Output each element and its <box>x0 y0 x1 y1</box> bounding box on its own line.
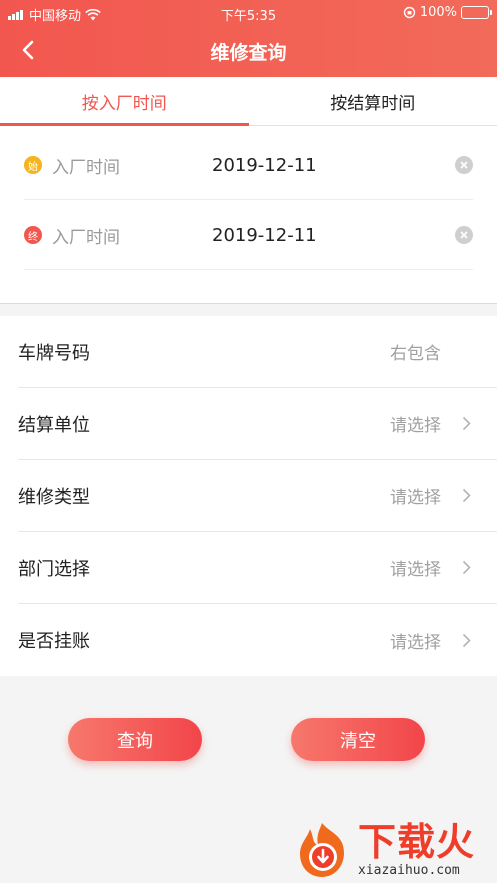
clear-start-icon[interactable] <box>455 156 473 174</box>
settlement-unit-label: 结算单位 <box>18 414 90 436</box>
end-badge: 终 <box>24 226 42 244</box>
chevron-right-icon <box>455 633 477 648</box>
department-value: 请选择 <box>390 560 441 580</box>
watermark-main-text: 下载火 <box>358 820 476 864</box>
battery-icon <box>461 6 492 19</box>
start-date-value[interactable]: 2019-12-11 <box>212 155 455 176</box>
plate-row[interactable]: 车牌号码 右包含 <box>18 316 497 388</box>
battery-percent: 100% <box>419 5 457 20</box>
date-range-card: 始 入厂时间 2019-12-11 终 入厂时间 2019-12-11 <box>0 126 497 304</box>
start-badge: 始 <box>24 156 42 174</box>
chevron-right-icon <box>455 416 477 431</box>
status-bar: 中国移动 下午5:35 100% <box>0 0 497 26</box>
tab-bar: 按入厂时间 按结算时间 <box>0 77 497 126</box>
settlement-unit-row[interactable]: 结算单位 请选择 <box>18 388 497 460</box>
flame-logo-icon <box>292 819 354 881</box>
plate-label: 车牌号码 <box>18 342 90 364</box>
repair-type-label: 维修类型 <box>18 486 90 508</box>
chevron-right-icon <box>455 488 477 503</box>
on-account-row[interactable]: 是否挂账 请选择 <box>18 604 497 676</box>
chevron-right-icon <box>455 560 477 575</box>
app-header: 中国移动 下午5:35 100% 维修查询 <box>0 0 497 77</box>
start-date-row[interactable]: 始 入厂时间 2019-12-11 <box>24 131 473 200</box>
tab-by-entry-time[interactable]: 按入厂时间 <box>0 77 249 126</box>
tab-by-settlement-time[interactable]: 按结算时间 <box>249 77 497 125</box>
on-account-value: 请选择 <box>390 632 441 653</box>
rotation-lock-icon <box>403 6 416 19</box>
on-account-label: 是否挂账 <box>18 631 90 652</box>
filter-form: 车牌号码 右包含 结算单位 请选择 维修类型 请选择 部门选择 请选择 是否挂账… <box>0 316 497 676</box>
watermark-url: xiazaihuo.com <box>358 863 460 878</box>
watermark: 下载火 xiazaihuo.com <box>292 816 497 883</box>
department-row[interactable]: 部门选择 请选择 <box>18 532 497 604</box>
end-date-value[interactable]: 2019-12-11 <box>212 225 455 246</box>
settlement-unit-value: 请选择 <box>390 416 441 436</box>
plate-input[interactable]: 右包含 <box>390 339 441 364</box>
query-button[interactable]: 查询 <box>68 718 202 761</box>
department-label: 部门选择 <box>18 558 90 580</box>
page-title: 维修查询 <box>210 42 287 64</box>
end-date-row[interactable]: 终 入厂时间 2019-12-11 <box>24 201 473 270</box>
repair-type-row[interactable]: 维修类型 请选择 <box>18 460 497 532</box>
clear-end-icon[interactable] <box>455 226 473 244</box>
repair-type-value: 请选择 <box>390 488 441 508</box>
end-date-label: 入厂时间 <box>52 227 120 248</box>
start-date-label: 入厂时间 <box>52 157 120 178</box>
clear-button[interactable]: 清空 <box>291 718 425 761</box>
